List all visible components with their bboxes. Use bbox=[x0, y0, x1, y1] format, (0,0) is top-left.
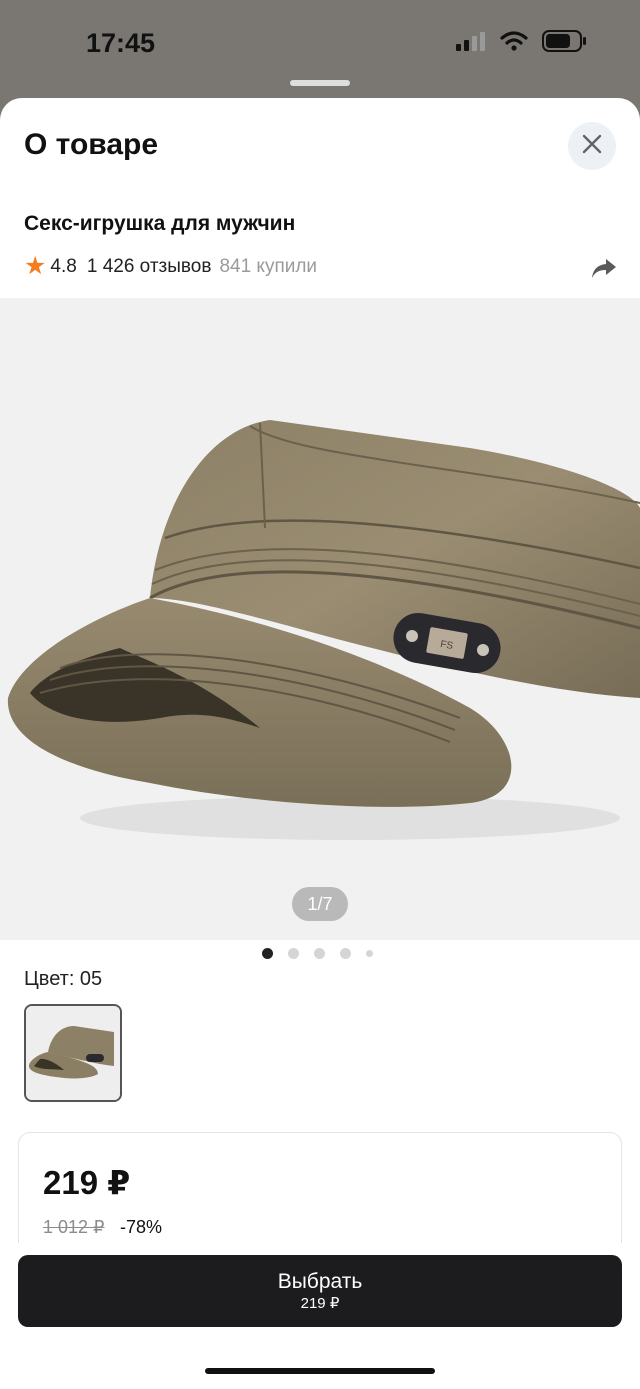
gallery-dot-active[interactable] bbox=[262, 948, 273, 959]
choose-button[interactable]: Выбрать 219 ₽ bbox=[18, 1255, 622, 1327]
status-time: 17:45 bbox=[86, 28, 156, 58]
product-gallery[interactable]: FS 1/7 bbox=[0, 298, 640, 940]
old-price: 1 012 ₽ bbox=[43, 1217, 105, 1237]
choose-button-label: Выбрать bbox=[277, 1269, 363, 1293]
star-icon: ★ bbox=[24, 252, 47, 280]
status-bar: 17:45 bbox=[0, 0, 640, 90]
reviews-count[interactable]: 1 426 отзывов bbox=[87, 256, 212, 278]
gallery-dots[interactable] bbox=[262, 948, 373, 959]
swatch-thumbnail bbox=[26, 1006, 120, 1100]
product-image: FS bbox=[7, 420, 640, 840]
sheet-grabber[interactable] bbox=[290, 80, 350, 86]
gallery-dot[interactable] bbox=[314, 948, 325, 959]
image-counter: 1/7 bbox=[292, 887, 348, 921]
color-label: Цвет: 05 bbox=[24, 968, 103, 990]
share-icon bbox=[590, 259, 618, 286]
gallery-dot[interactable] bbox=[366, 950, 373, 957]
current-price: 219 ₽ bbox=[43, 1164, 131, 1201]
signal-icon bbox=[456, 31, 486, 56]
rating-value: 4.8 bbox=[50, 255, 77, 277]
gallery-dot[interactable] bbox=[340, 948, 351, 959]
svg-text:FS: FS bbox=[439, 639, 454, 652]
bought-count: 841 купили bbox=[219, 255, 318, 277]
rating-row[interactable]: ★ 4.8 1 426 отзывов 841 купили bbox=[24, 254, 317, 279]
sheet-title: О товаре bbox=[24, 128, 159, 161]
product-name[interactable]: Секс-игрушка для мужчин bbox=[24, 212, 295, 236]
product-sheet: О товаре Секс-игрушка для мужчин ★ 4.8 1… bbox=[0, 98, 640, 1389]
gallery-dot[interactable] bbox=[288, 948, 299, 959]
color-swatch-05[interactable] bbox=[24, 1004, 122, 1102]
close-icon bbox=[581, 133, 603, 160]
status-icons bbox=[456, 30, 588, 57]
choose-button-price: 219 ₽ bbox=[300, 1294, 340, 1312]
home-indicator[interactable] bbox=[205, 1368, 435, 1374]
discount-badge: -78% bbox=[120, 1217, 163, 1237]
wifi-icon bbox=[500, 31, 528, 56]
share-button[interactable] bbox=[590, 254, 620, 284]
close-button[interactable] bbox=[568, 122, 616, 170]
battery-icon bbox=[542, 30, 588, 57]
